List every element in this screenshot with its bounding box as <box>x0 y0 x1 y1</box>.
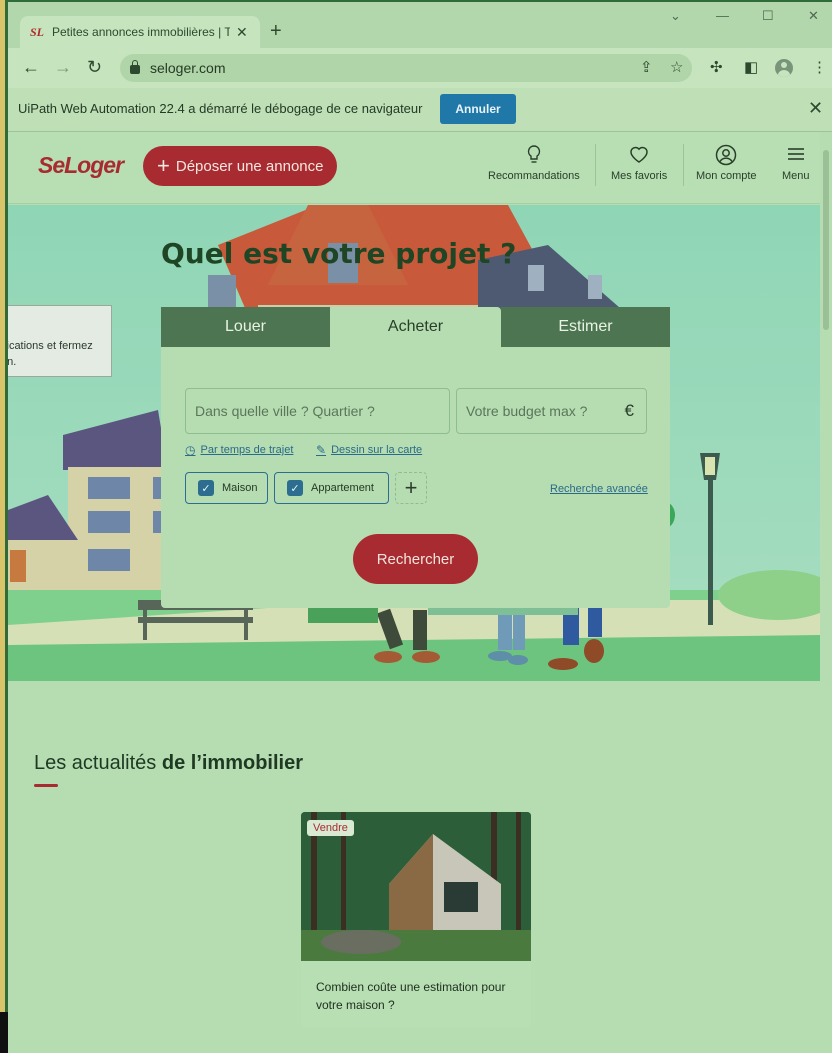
scrollbar-thumb[interactable] <box>823 150 829 330</box>
url-text[interactable]: seloger.com <box>150 60 225 76</box>
tab-close-icon[interactable]: ✕ <box>236 24 248 41</box>
news-card-title: Combien coûte une estimation pour votre … <box>316 980 506 1012</box>
budget-placeholder: Votre budget max ? <box>466 403 588 419</box>
menu-icon <box>787 144 805 170</box>
draw-map-label: Dessin sur la carte <box>331 444 423 456</box>
maximize-button[interactable]: ☐ <box>762 8 774 24</box>
deposer-annonce-label: Déposer une annonce <box>175 157 324 175</box>
popup-line: on. <box>8 356 17 368</box>
chip-maison[interactable]: ✓ Maison <box>185 472 268 504</box>
user-icon <box>715 144 737 170</box>
chip-label: Maison <box>222 482 258 494</box>
city-input[interactable]: Dans quelle ville ? Quartier ? <box>185 388 450 434</box>
nav-mes-favoris[interactable]: Mes favoris <box>611 144 667 182</box>
search-button[interactable]: Rechercher <box>353 534 478 584</box>
hero-title: Quel est votre projet ? <box>161 237 517 270</box>
address-bar[interactable]: seloger.com ⇪ ☆ <box>120 54 692 82</box>
news-card[interactable]: Vendre Combien coûte une estimation pour… <box>301 812 531 1028</box>
nav-label: Mon compte <box>696 170 757 182</box>
news-section-title: Les actualités de l’immobilier <box>34 752 303 775</box>
draw-map-link[interactable]: ✎ Dessin sur la carte <box>316 443 422 457</box>
favicon-icon: SL <box>30 24 45 39</box>
side-panel-icon[interactable]: ◧ <box>744 58 758 76</box>
popup-line: ifications et fermez <box>8 340 93 352</box>
checkbox-checked-icon: ✓ <box>287 480 303 496</box>
news-title-light: Les actualités <box>34 752 162 774</box>
checkbox-checked-icon: ✓ <box>198 480 214 496</box>
browser-window: SL Petites annonces immobilières | T ✕ +… <box>8 2 832 1053</box>
euro-icon: € <box>624 401 634 420</box>
nav-mon-compte[interactable]: Mon compte <box>696 144 757 182</box>
tab-estimer[interactable]: Estimer <box>501 307 670 347</box>
extensions-icon[interactable]: ✣ <box>710 58 723 76</box>
site-header: SeLoger + Déposer une annonce Recommanda… <box>8 132 820 204</box>
title-underline <box>34 784 58 787</box>
share-icon[interactable]: ⇪ <box>640 58 653 76</box>
cancel-debug-button[interactable]: Annuler <box>440 94 516 124</box>
plus-icon: + <box>157 153 170 178</box>
profile-avatar-icon[interactable] <box>775 59 793 77</box>
bookmark-star-icon[interactable]: ☆ <box>670 58 683 76</box>
infobar-close-icon[interactable]: ✕ <box>808 98 823 119</box>
new-tab-button[interactable]: + <box>270 20 282 42</box>
chip-label: Appartement <box>311 482 374 494</box>
taskbar-fragment <box>0 1012 8 1053</box>
lock-icon[interactable] <box>130 60 140 74</box>
back-button[interactable]: ← <box>22 57 40 77</box>
tab-acheter[interactable]: Acheter <box>330 307 501 347</box>
deposer-annonce-button[interactable]: + Déposer une annonce <box>143 146 337 186</box>
tab-louer[interactable]: Louer <box>161 307 330 347</box>
chip-appartement[interactable]: ✓ Appartement <box>274 472 389 504</box>
title-bar: SL Petites annonces immobilières | T ✕ +… <box>8 2 832 48</box>
nav-label: Recommandations <box>488 170 580 182</box>
news-title-bold: de l’immobilier <box>161 752 304 774</box>
tab-title: Petites annonces immobilières | T <box>52 25 230 39</box>
seloger-logo[interactable]: SeLoger <box>38 152 124 179</box>
news-card-image: Vendre <box>301 812 531 961</box>
forward-button[interactable]: → <box>54 57 72 77</box>
nav-menu[interactable]: Menu <box>782 144 810 182</box>
debug-infobar: UiPath Web Automation 22.4 a démarré le … <box>8 88 832 132</box>
browser-tab[interactable]: SL Petites annonces immobilières | T ✕ <box>20 16 260 48</box>
news-tag: Vendre <box>307 820 354 836</box>
tab-search-chevron-icon[interactable]: ⌄ <box>670 8 681 24</box>
infobar-message: UiPath Web Automation 22.4 a démarré le … <box>18 101 423 116</box>
travel-time-link[interactable]: ◷ Par temps de trajet <box>185 443 293 457</box>
lightbulb-icon <box>526 144 542 170</box>
advanced-search-link[interactable]: Recherche avancée <box>550 483 648 495</box>
nav-divider <box>683 144 684 186</box>
add-property-type-button[interactable]: + <box>395 472 427 504</box>
budget-input[interactable]: Votre budget max ? € <box>456 388 647 434</box>
travel-time-label: Par temps de trajet <box>200 444 294 456</box>
nav-label: Mes favoris <box>611 170 668 182</box>
page-scrollbar[interactable] <box>820 132 832 1053</box>
notification-popup: ifications et fermez on. <box>8 305 112 377</box>
more-menu-icon[interactable]: ⋮ <box>812 58 827 76</box>
project-tabs: Louer Acheter Estimer <box>161 307 670 347</box>
nav-divider <box>595 144 596 186</box>
heart-icon <box>628 144 650 170</box>
hero-section: Quel est votre projet ? Louer Acheter Es… <box>8 205 820 681</box>
minimize-button[interactable]: — <box>716 8 729 23</box>
clock-icon: ◷ <box>185 443 196 457</box>
search-card: Dans quelle ville ? Quartier ? Votre bud… <box>161 347 670 608</box>
pencil-icon: ✎ <box>316 443 327 457</box>
close-window-button[interactable]: ✕ <box>808 8 819 24</box>
nav-recommandations[interactable]: Recommandations <box>488 144 580 182</box>
reload-button[interactable]: ↻ <box>87 57 102 77</box>
nav-label: Menu <box>782 170 810 182</box>
browser-toolbar: ← → ↻ seloger.com ⇪ ☆ ✣ ◧ ⋮ <box>8 48 832 88</box>
